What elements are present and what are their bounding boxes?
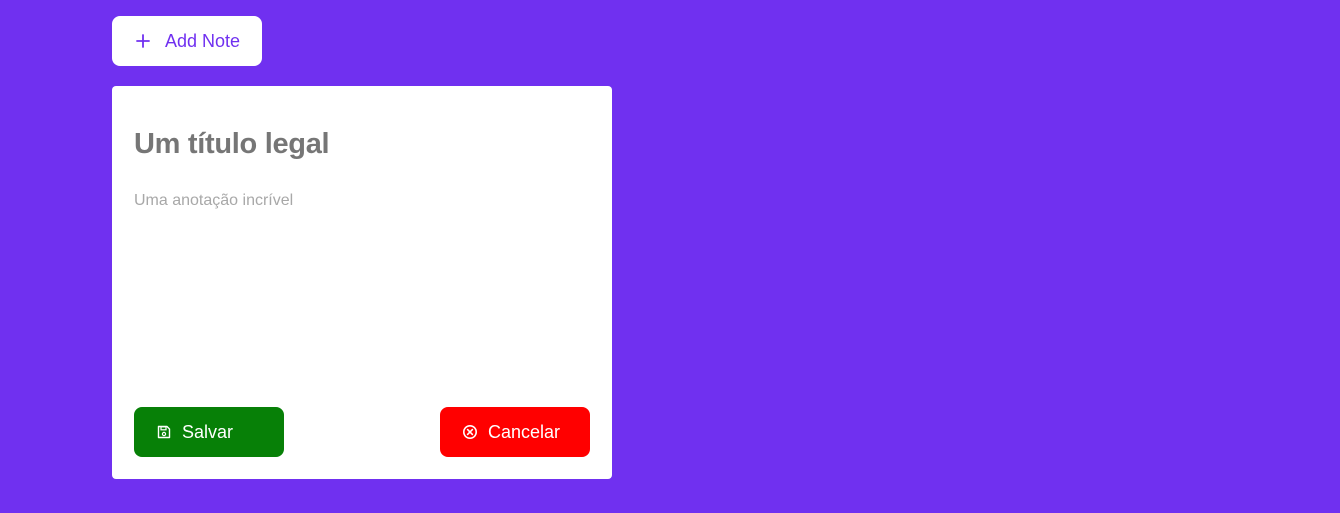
cancel-label: Cancelar: [488, 421, 561, 442]
save-icon: [156, 424, 172, 440]
close-circle-icon: [462, 424, 478, 440]
save-label: Salvar: [182, 421, 234, 442]
add-note-label: Add Note: [165, 30, 241, 51]
note-title-input[interactable]: Um título legal: [134, 128, 590, 161]
add-note-button[interactable]: Add Note: [112, 16, 262, 66]
plus-icon: [136, 34, 150, 48]
note-body-textarea[interactable]: Uma anotação incrível: [134, 192, 590, 382]
note-card: Um título legal Uma anotação incrível Sa…: [112, 86, 612, 479]
cancel-button[interactable]: Cancelar: [440, 407, 590, 457]
save-button[interactable]: Salvar: [134, 407, 284, 457]
